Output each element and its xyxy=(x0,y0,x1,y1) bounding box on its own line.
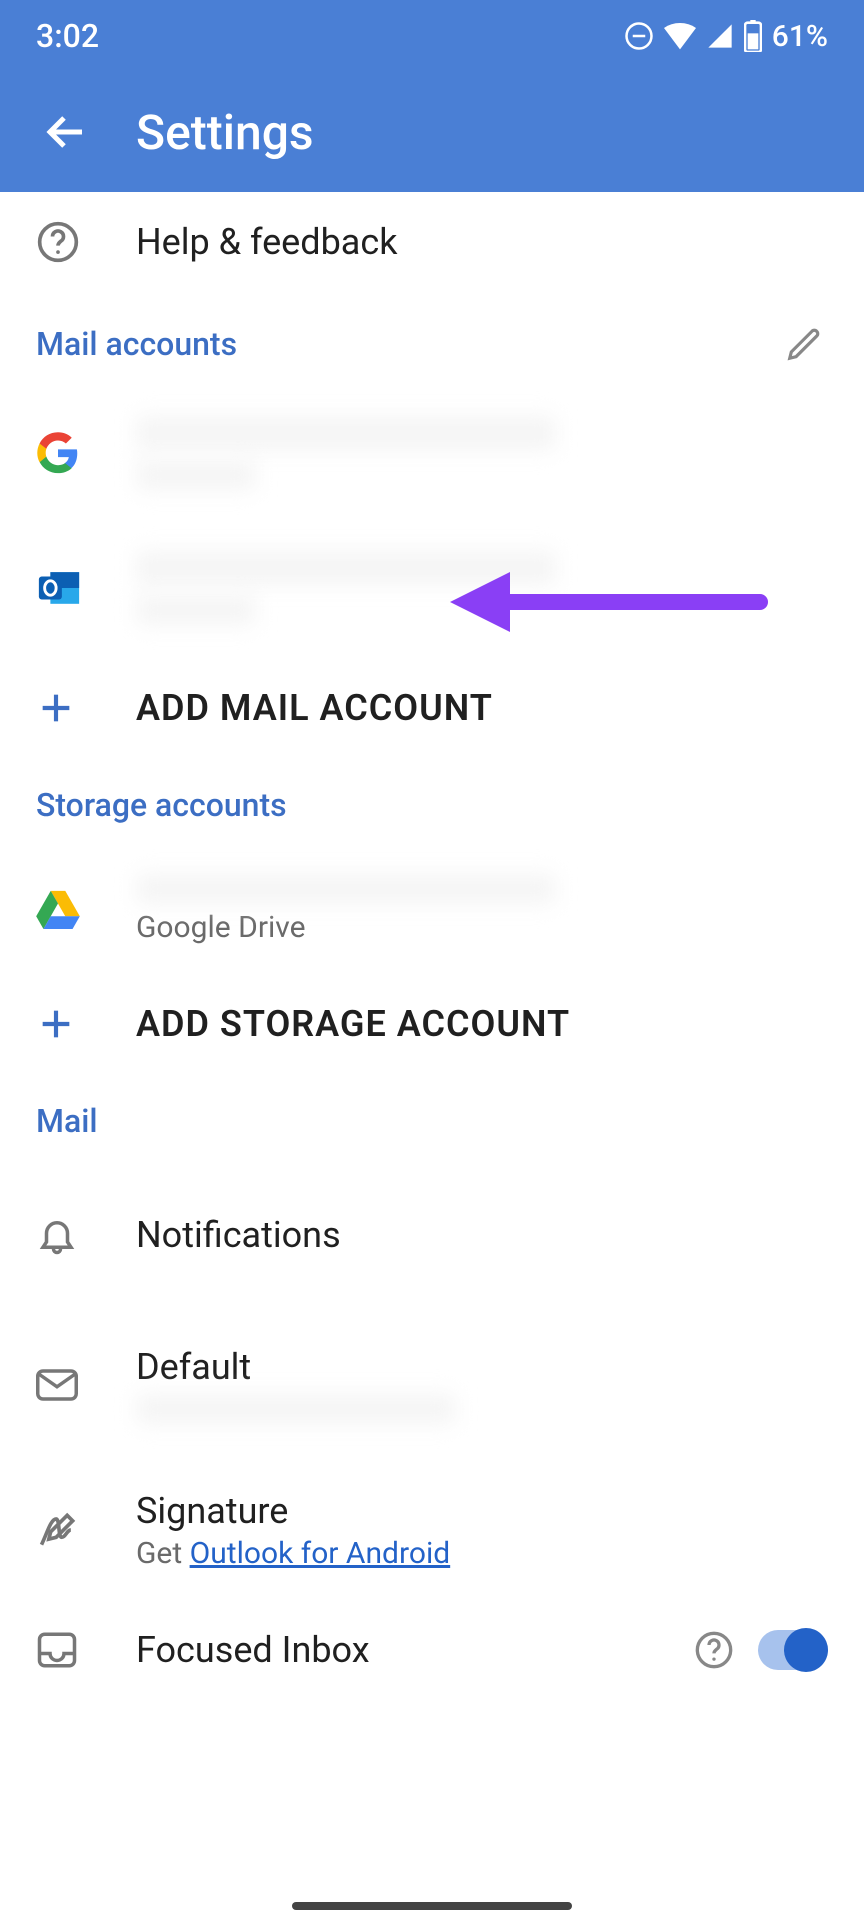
notifications-row[interactable]: Notifications xyxy=(0,1160,864,1310)
battery-icon xyxy=(744,20,762,52)
back-button[interactable] xyxy=(36,102,96,162)
add-mail-account-label: ADD MAIL ACCOUNT xyxy=(136,687,828,729)
focused-inbox-toggle[interactable] xyxy=(758,1630,828,1670)
cell-signal-icon xyxy=(706,22,734,50)
pencil-icon xyxy=(785,325,823,363)
section-storage-accounts: Storage accounts xyxy=(0,758,864,844)
notifications-label: Notifications xyxy=(136,1214,828,1256)
redacted-text xyxy=(136,1394,456,1424)
default-row[interactable]: Default xyxy=(0,1310,864,1460)
add-mail-account-button[interactable]: ADD MAIL ACCOUNT xyxy=(0,658,864,758)
signature-label: Signature xyxy=(136,1490,828,1532)
add-storage-account-label: ADD STORAGE ACCOUNT xyxy=(136,1003,828,1045)
focused-inbox-help[interactable] xyxy=(694,1630,734,1670)
add-storage-account-button[interactable]: ADD STORAGE ACCOUNT xyxy=(0,974,864,1074)
mail-account-google[interactable] xyxy=(0,388,864,518)
status-icons: 61% xyxy=(624,19,828,54)
outlook-logo-icon xyxy=(36,565,82,611)
plus-icon xyxy=(36,688,76,728)
help-circle-icon xyxy=(36,220,80,264)
storage-account-gdrive[interactable]: Google Drive xyxy=(0,844,864,974)
dnd-icon xyxy=(624,21,654,51)
default-label: Default xyxy=(136,1346,828,1388)
help-circle-icon xyxy=(694,1630,734,1670)
bell-icon xyxy=(36,1214,78,1256)
redacted-text xyxy=(136,874,556,904)
focused-inbox-row[interactable]: Focused Inbox xyxy=(0,1600,864,1700)
google-drive-icon xyxy=(36,889,80,929)
status-bar: 3:02 61% xyxy=(0,0,864,72)
gdrive-subtitle: Google Drive xyxy=(136,910,828,945)
focused-inbox-label: Focused Inbox xyxy=(136,1629,694,1671)
wifi-icon xyxy=(664,21,696,51)
outlook-android-link[interactable]: Outlook for Android xyxy=(190,1536,451,1571)
arrow-left-icon xyxy=(42,108,90,156)
mail-icon xyxy=(36,1368,78,1402)
redacted-text xyxy=(136,595,256,625)
signature-row[interactable]: Signature Get Outlook for Android xyxy=(0,1460,864,1600)
help-feedback-label: Help & feedback xyxy=(136,221,828,263)
signature-subtitle: Get Outlook for Android xyxy=(136,1536,828,1571)
plus-icon xyxy=(36,1004,76,1044)
section-mail: Mail xyxy=(0,1074,864,1160)
signature-icon xyxy=(36,1508,80,1552)
mail-account-outlook[interactable] xyxy=(0,518,864,658)
redacted-text xyxy=(136,416,556,450)
redacted-text xyxy=(136,551,556,585)
battery-percent: 61% xyxy=(772,19,828,54)
home-indicator xyxy=(292,1902,572,1910)
help-feedback-row[interactable]: Help & feedback xyxy=(0,192,864,292)
section-mail-accounts-label: Mail accounts xyxy=(36,325,237,363)
inbox-icon xyxy=(36,1629,78,1671)
signature-prefix: Get xyxy=(136,1536,190,1571)
redacted-text xyxy=(136,460,256,490)
section-mail-accounts: Mail accounts xyxy=(0,292,864,388)
edit-accounts-button[interactable] xyxy=(780,320,828,368)
google-logo-icon xyxy=(36,431,80,475)
section-mail-label: Mail xyxy=(36,1102,98,1140)
section-storage-accounts-label: Storage accounts xyxy=(36,786,287,824)
status-time: 3:02 xyxy=(36,17,99,55)
page-title: Settings xyxy=(136,104,314,161)
